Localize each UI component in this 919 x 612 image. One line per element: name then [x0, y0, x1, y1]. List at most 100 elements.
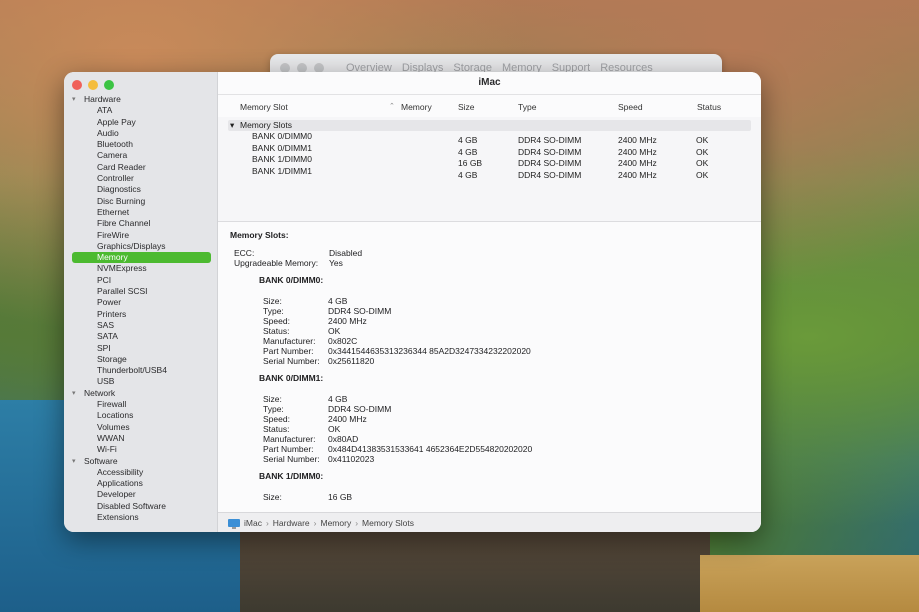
field-label: Status: [263, 326, 290, 336]
sidebar-item-usb[interactable]: USB [64, 376, 217, 387]
sidebar-item-power[interactable]: Power [64, 297, 217, 308]
sidebar-item-thunderbolt-usb4[interactable]: Thunderbolt/USB4 [64, 365, 217, 376]
bank-heading: BANK 0/DIMM1: [259, 373, 324, 383]
field-value: 0x3441544635313236344 85A2D3247334232202… [328, 346, 531, 356]
column-header-type[interactable]: Type [518, 102, 536, 112]
wallpaper-cliff [240, 520, 710, 612]
sidebar-item-graphics-displays[interactable]: Graphics/Displays [64, 241, 217, 252]
bank-field-row: Speed: 2400 MHz [230, 316, 750, 326]
field-value: 0x484D41383531533641 4652364E2D554820202… [328, 444, 533, 454]
path-item[interactable]: Hardware [273, 518, 310, 528]
disclosure-triangle-icon[interactable]: ▾ [72, 456, 80, 467]
column-header-status[interactable]: Status [697, 102, 721, 112]
field-label: Type: [263, 306, 284, 316]
sidebar-item-pci[interactable]: PCI [64, 275, 217, 286]
bank-field-row: Size: 4 GB [230, 296, 750, 306]
sidebar-item-wi-fi[interactable]: Wi-Fi [64, 444, 217, 455]
upgradeable-row: Upgradeable Memory: Yes [230, 258, 750, 268]
field-value: 0x802C [328, 336, 358, 346]
sidebar-item-applications[interactable]: Applications [64, 478, 217, 489]
field-label: Part Number: [263, 444, 314, 454]
sidebar-item-spi[interactable]: SPI [64, 343, 217, 354]
sidebar-item-volumes[interactable]: Volumes [64, 422, 217, 433]
column-header-speed[interactable]: Speed [618, 102, 643, 112]
sidebar-item-firewire[interactable]: FireWire [64, 230, 217, 241]
sidebar-item-diagnostics[interactable]: Diagnostics [64, 184, 217, 195]
window-controls [72, 80, 114, 90]
zoom-button[interactable] [104, 80, 114, 90]
ecc-label: ECC: [234, 248, 255, 258]
sidebar-item-memory[interactable]: Memory [72, 252, 211, 264]
cell-slot: BANK 0/DIMM0 [252, 131, 312, 142]
minimize-button[interactable] [88, 80, 98, 90]
sidebar-item-nvmexpress[interactable]: NVMExpress [64, 263, 217, 274]
sidebar-item-bluetooth[interactable]: Bluetooth [64, 139, 217, 150]
sidebar-item-printers[interactable]: Printers [64, 309, 217, 320]
sidebar-item-fibre-channel[interactable]: Fibre Channel [64, 218, 217, 229]
sidebar-item-parallel-scsi[interactable]: Parallel SCSI [64, 286, 217, 297]
field-value: 0x41102023 [328, 454, 375, 464]
field-value: 16 GB [328, 492, 353, 502]
sidebar-item-locations[interactable]: Locations [64, 410, 217, 421]
column-header-memory[interactable]: Memory [401, 102, 432, 112]
upgradeable-label: Upgradeable Memory: [234, 258, 319, 268]
cell-slot: BANK 1/DIMM1 [252, 165, 312, 176]
sidebar-item-developer[interactable]: Developer [64, 489, 217, 500]
sidebar-item-ethernet[interactable]: Ethernet [64, 207, 217, 218]
path-item[interactable]: Memory Slots [362, 518, 414, 528]
disclosure-triangle-icon[interactable]: ▾ [72, 94, 80, 105]
sidebar-item-controller[interactable]: Controller [64, 173, 217, 184]
bank-field-row: Size: 16 GB [230, 492, 750, 502]
sidebar-item-disc-burning[interactable]: Disc Burning [64, 196, 217, 207]
table-group-row[interactable]: ▾ Memory Slots [228, 120, 751, 132]
path-item[interactable]: Memory [321, 518, 352, 528]
table-row[interactable]: BANK 1/DIMM1 4 GB DDR4 SO-DIMM 2400 MHz OK [228, 165, 751, 180]
field-value: OK [328, 326, 341, 336]
close-button[interactable] [72, 80, 82, 90]
bank-field-row: Part Number: 0x3441544635313236344 85A2D3… [230, 346, 750, 356]
cell-speed: 2400 MHz [618, 169, 657, 180]
sidebar-item-ata[interactable]: ATA [64, 105, 217, 116]
column-header-size[interactable]: Size [458, 102, 475, 112]
sidebar-item-disabled-software[interactable]: Disabled Software [64, 501, 217, 512]
sidebar-item-sas[interactable]: SAS [64, 320, 217, 331]
bank-field-row: Serial Number: 0x41102023 [230, 454, 750, 464]
column-header-memory-slot[interactable]: Memory Slot [240, 102, 288, 112]
sidebar-item-apple-pay[interactable]: Apple Pay [64, 117, 217, 128]
field-label: Size: [263, 394, 282, 404]
field-label: Part Number: [263, 346, 314, 356]
sidebar-group-hardware[interactable]: ▾ Hardware [64, 94, 217, 105]
table-row[interactable]: BANK 0/DIMM0 4 GB DDR4 SO-DIMM 2400 MHz OK [228, 131, 751, 145]
detail-heading: Memory Slots: [230, 230, 289, 240]
sidebar-group-software[interactable]: ▾ Software [64, 456, 217, 467]
disclosure-triangle-icon[interactable]: ▾ [72, 388, 80, 399]
bank-heading: BANK 1/DIMM0: [259, 471, 324, 481]
imac-icon [228, 519, 240, 529]
sidebar-item-wwan[interactable]: WWAN [64, 433, 217, 444]
sidebar-item-card-reader[interactable]: Card Reader [64, 162, 217, 173]
sidebar-group-label: Software [84, 455, 118, 466]
bank-field-row: Manufacturer: 0x80AD [230, 434, 750, 444]
disclosure-triangle-icon[interactable]: ▾ [230, 120, 234, 131]
sidebar-item-accessibility[interactable]: Accessibility [64, 467, 217, 478]
sidebar-item-firewall[interactable]: Firewall [64, 399, 217, 410]
field-label: Manufacturer: [263, 336, 316, 346]
sidebar-item-extensions[interactable]: Extensions [64, 512, 217, 523]
sidebar-group-label: Hardware [84, 94, 121, 104]
sidebar-item-audio[interactable]: Audio [64, 128, 217, 139]
path-item[interactable]: iMac [244, 518, 262, 528]
table-row[interactable]: BANK 1/DIMM0 16 GB DDR4 SO-DIMM 2400 MHz OK [228, 154, 751, 168]
sidebar-item-camera[interactable]: Camera [64, 150, 217, 161]
path-bar: iMac › Hardware › Memory › Memory Slots [218, 512, 761, 532]
field-label: Serial Number: [263, 356, 320, 366]
cell-status: OK [696, 169, 709, 180]
sidebar-item-sata[interactable]: SATA [64, 331, 217, 342]
sidebar-group-network[interactable]: ▾ Network [64, 388, 217, 399]
cell-slot: BANK 0/DIMM1 [252, 142, 312, 153]
bank-field-row: Status: OK [230, 424, 750, 434]
bank-field-row: Status: OK [230, 326, 750, 336]
field-value: OK [328, 424, 341, 434]
cell-type: DDR4 SO-DIMM [518, 169, 582, 180]
table-row[interactable]: BANK 0/DIMM1 4 GB DDR4 SO-DIMM 2400 MHz OK [228, 142, 751, 157]
sidebar-item-storage[interactable]: Storage [64, 354, 217, 365]
